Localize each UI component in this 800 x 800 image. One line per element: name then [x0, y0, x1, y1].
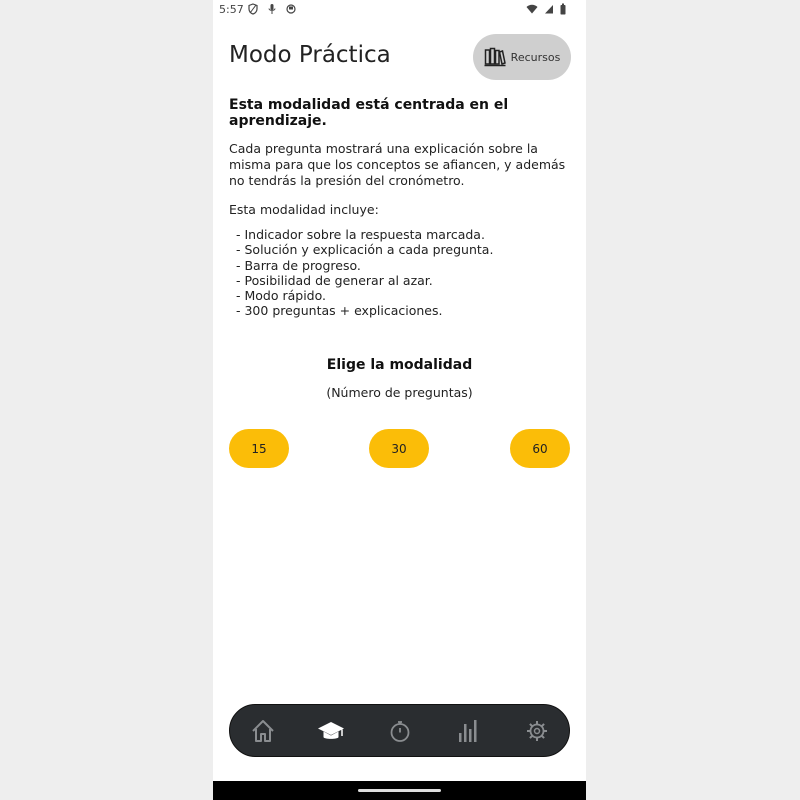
- settings-gear-icon: [527, 721, 547, 741]
- status-icons-left: [248, 3, 296, 15]
- bottom-nav: [229, 704, 570, 757]
- choose-mode-subtitle: (Número de preguntas): [326, 385, 473, 400]
- option-30-button[interactable]: 30: [369, 429, 429, 468]
- books-icon: [484, 47, 506, 67]
- includes-label: Esta modalidad incluye:: [229, 202, 379, 217]
- record-icon: [286, 4, 296, 14]
- feature-item: - Modo rápido.: [236, 288, 327, 304]
- resources-button[interactable]: Recursos: [473, 34, 571, 80]
- nav-home[interactable]: [249, 717, 277, 745]
- nav-stats[interactable]: [454, 717, 482, 745]
- stopwatch-icon: [390, 721, 410, 742]
- intro-heading: Esta modalidad está centrada en el apren…: [229, 97, 509, 129]
- nav-learning[interactable]: [317, 717, 345, 745]
- choose-mode-title: Elige la modalidad: [326, 357, 473, 373]
- signal-icon: [545, 5, 553, 14]
- graduation-cap-icon: [318, 722, 344, 739]
- wifi-icon: [526, 4, 538, 14]
- option-60-button[interactable]: 60: [510, 429, 570, 468]
- gesture-navigation-bar: [213, 781, 586, 800]
- feature-item: - Posibilidad de generar al azar.: [236, 272, 433, 288]
- nav-timer[interactable]: [386, 717, 414, 745]
- home-icon: [252, 720, 274, 742]
- description-paragraph: Cada pregunta mostrará una explicación s…: [229, 141, 566, 188]
- status-bar: 5:57: [213, 0, 586, 22]
- feature-item: - Indicador sobre la respuesta marcada.: [236, 227, 485, 242]
- phone-screen: 5:57 Modo Práctica Recursos Esta modalid…: [213, 0, 586, 800]
- resources-button-label: Recursos: [510, 50, 561, 64]
- option-15-button[interactable]: 15: [229, 429, 289, 468]
- feature-item: - Solución y explicación a cada pregunta…: [236, 242, 494, 258]
- feature-item: - 300 preguntas + explicaciones.: [236, 303, 443, 319]
- status-time: 5:57: [219, 3, 244, 16]
- feature-item: - Barra de progreso.: [236, 257, 361, 273]
- features-list: - Indicador sobre la respuesta marcada. …: [236, 227, 493, 319]
- bar-chart-icon: [459, 720, 477, 742]
- mic-icon: [268, 4, 276, 14]
- battery-icon: [560, 3, 566, 15]
- page-title: Modo Práctica: [229, 42, 391, 68]
- nav-settings[interactable]: [523, 717, 551, 745]
- gesture-handle[interactable]: [358, 789, 441, 792]
- status-icons-right: [526, 3, 566, 15]
- shield-icon: [248, 3, 258, 15]
